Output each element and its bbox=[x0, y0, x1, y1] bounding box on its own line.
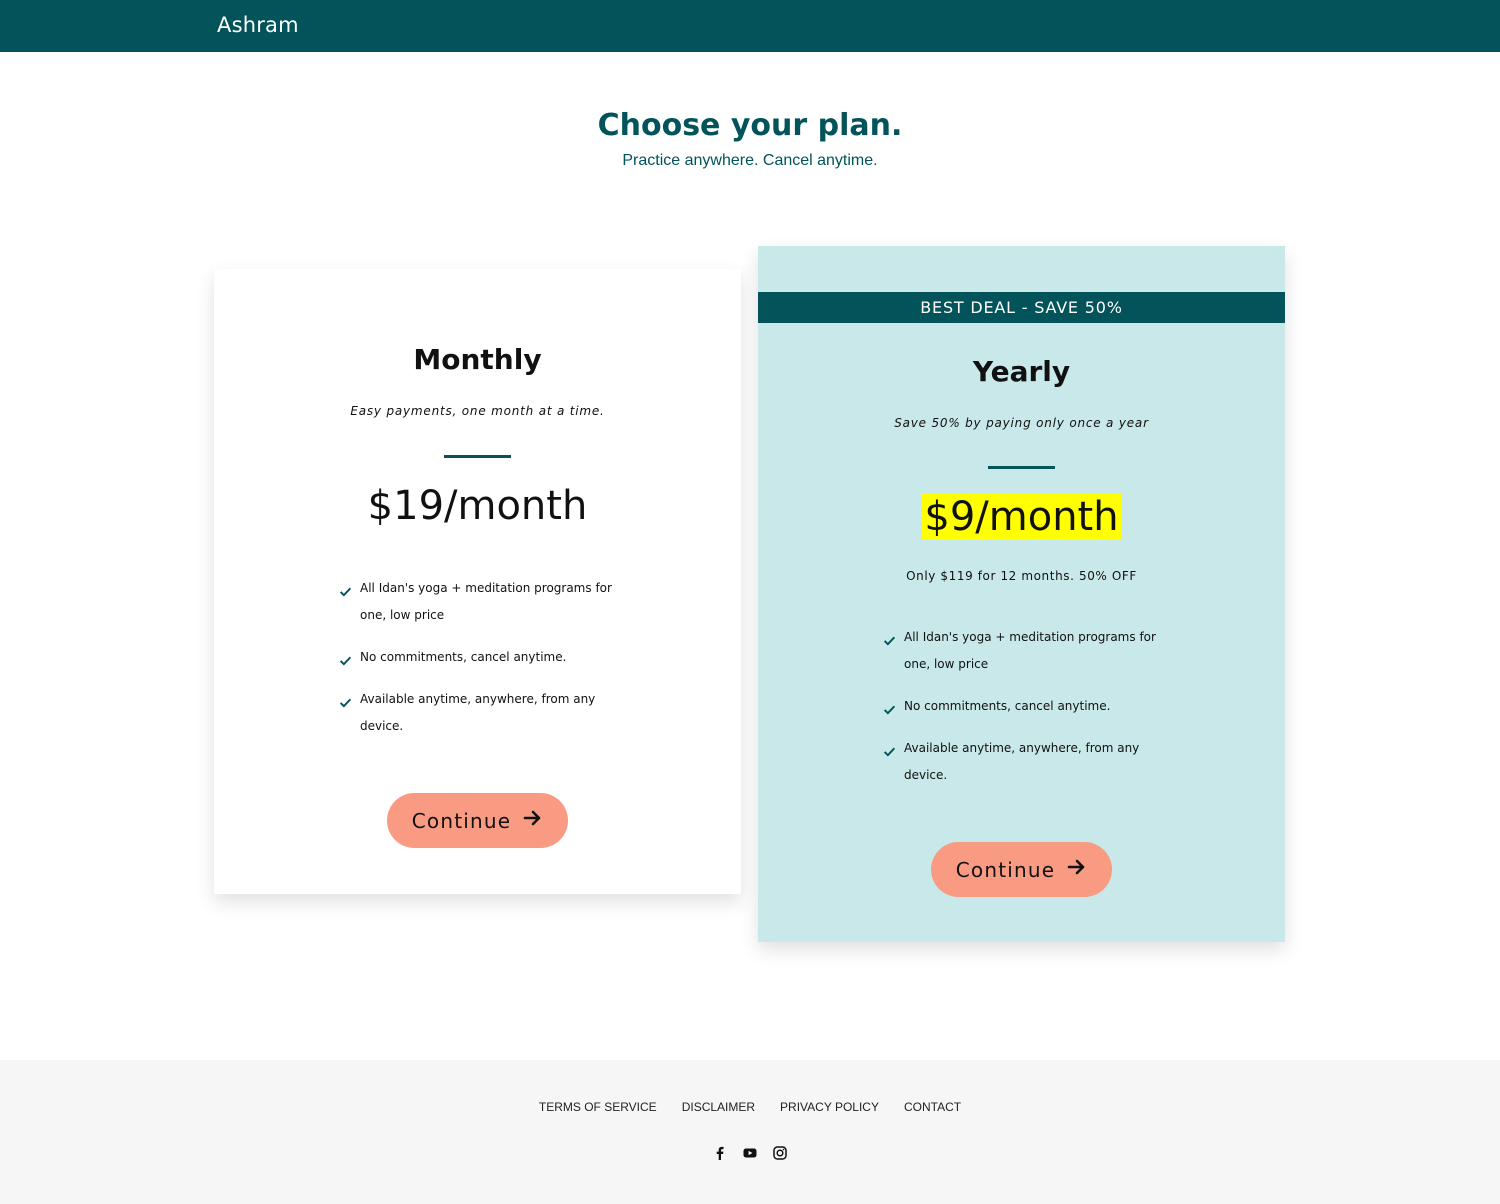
brand-logo-text[interactable]: Ashram bbox=[217, 13, 299, 37]
instagram-icon[interactable] bbox=[773, 1146, 787, 1160]
feature-item: Available anytime, anywhere, from any de… bbox=[883, 735, 1163, 789]
feature-item: All Idan's yoga + meditation programs fo… bbox=[883, 624, 1163, 678]
feature-item: No commitments, cancel anytime. bbox=[883, 693, 1163, 720]
price-note: Only $119 for 12 months. 50% OFF bbox=[906, 569, 1137, 583]
facebook-icon[interactable] bbox=[713, 1146, 727, 1160]
footer-link-contact[interactable]: CONTACT bbox=[904, 1100, 961, 1114]
checkmark-icon bbox=[339, 692, 352, 708]
plan-name: Yearly bbox=[972, 355, 1071, 388]
footer-nav: TERMS OF SERVICE DISCLAIMER PRIVACY POLI… bbox=[0, 1100, 1500, 1114]
checkmark-icon bbox=[883, 699, 896, 715]
feature-item: Available anytime, anywhere, from any de… bbox=[339, 686, 619, 740]
plan-divider bbox=[988, 466, 1055, 469]
plan-name: Monthly bbox=[413, 343, 542, 376]
plan-description: Save 50% by paying only once a year bbox=[894, 416, 1149, 430]
feature-item: All Idan's yoga + meditation programs fo… bbox=[339, 575, 619, 629]
continue-yearly-button[interactable]: Continue bbox=[931, 842, 1112, 897]
best-deal-badge: BEST DEAL - SAVE 50% bbox=[758, 292, 1285, 323]
page-title: Choose your plan. bbox=[597, 108, 903, 143]
arrow-right-icon bbox=[1067, 857, 1087, 882]
social-links bbox=[0, 1146, 1500, 1160]
footer-link-terms[interactable]: TERMS OF SERVICE bbox=[539, 1100, 657, 1114]
page-subtitle: Practice anywhere. Cancel anytime. bbox=[622, 152, 878, 169]
plan-divider bbox=[444, 455, 511, 458]
youtube-icon[interactable] bbox=[743, 1146, 757, 1160]
footer-link-disclaimer[interactable]: DISCLAIMER bbox=[682, 1100, 755, 1114]
plan-description: Easy payments, one month at a time. bbox=[350, 404, 605, 418]
feature-list: All Idan's yoga + meditation programs fo… bbox=[339, 575, 619, 755]
checkmark-icon bbox=[339, 581, 352, 597]
plan-price: $9/month bbox=[922, 494, 1121, 540]
plan-card-monthly: Monthly Easy payments, one month at a ti… bbox=[214, 269, 741, 894]
checkmark-icon bbox=[339, 650, 352, 666]
checkmark-icon bbox=[883, 741, 896, 757]
feature-item: No commitments, cancel anytime. bbox=[339, 644, 619, 671]
arrow-right-icon bbox=[523, 808, 543, 833]
footer: TERMS OF SERVICE DISCLAIMER PRIVACY POLI… bbox=[0, 1060, 1500, 1204]
plan-price: $19/month bbox=[367, 483, 588, 529]
plan-card-yearly: BEST DEAL - SAVE 50% Yearly Save 50% by … bbox=[758, 246, 1285, 942]
top-nav-bar: Ashram bbox=[0, 0, 1500, 52]
checkmark-icon bbox=[883, 630, 896, 646]
footer-link-privacy[interactable]: PRIVACY POLICY bbox=[780, 1100, 879, 1114]
feature-list: All Idan's yoga + meditation programs fo… bbox=[883, 624, 1163, 804]
continue-monthly-button[interactable]: Continue bbox=[387, 793, 568, 848]
